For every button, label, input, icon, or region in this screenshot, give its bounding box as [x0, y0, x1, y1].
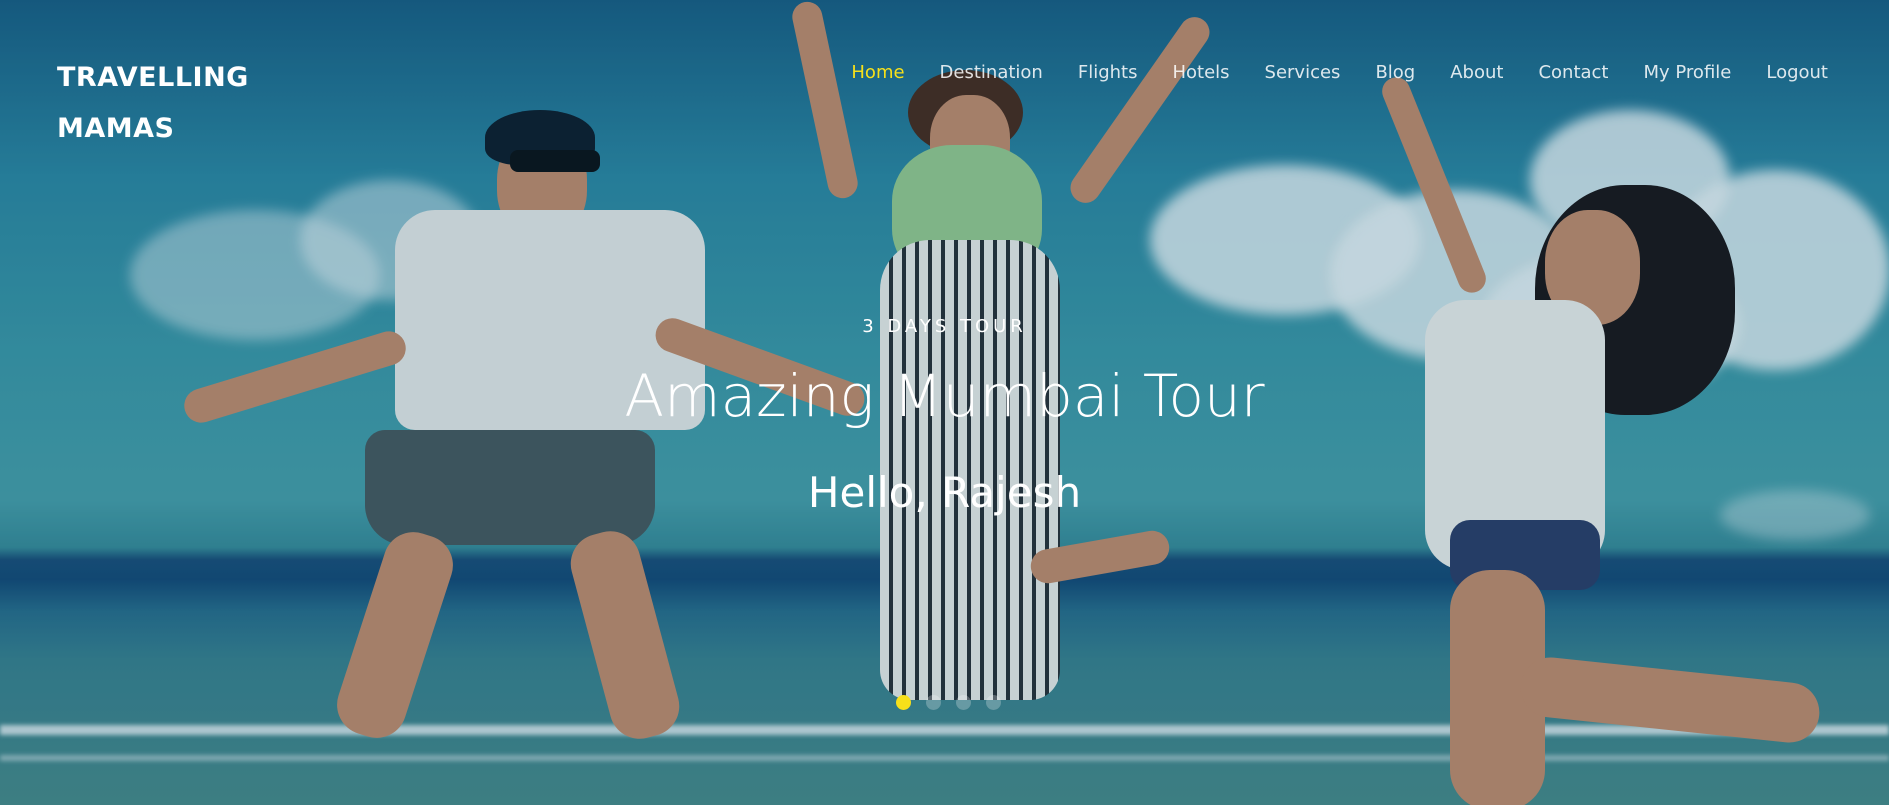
- nav-item-destination[interactable]: Destination: [940, 62, 1043, 83]
- slider-dot-4[interactable]: [986, 695, 1001, 710]
- nav-item-my-profile[interactable]: My Profile: [1643, 62, 1731, 83]
- main-nav: Home Destination Flights Hotels Services…: [816, 62, 1828, 83]
- slider-dot-3[interactable]: [956, 695, 971, 710]
- nav-item-hotels[interactable]: Hotels: [1172, 62, 1229, 83]
- brand-line-2[interactable]: MAMAS: [57, 103, 287, 154]
- nav-item-logout[interactable]: Logout: [1766, 62, 1828, 83]
- nav-item-services[interactable]: Services: [1265, 62, 1341, 83]
- hero-title: Amazing Mumbai Tour: [624, 362, 1265, 430]
- nav-item-home[interactable]: Home: [851, 62, 904, 83]
- brand-logo[interactable]: TRAVELLING MAMAS: [57, 52, 287, 154]
- nav-item-flights[interactable]: Flights: [1078, 62, 1138, 83]
- nav-item-blog[interactable]: Blog: [1375, 62, 1415, 83]
- hero-subtitle: 3 DAYS TOUR: [862, 316, 1027, 337]
- nav-item-contact[interactable]: Contact: [1538, 62, 1608, 83]
- slider-dots: [896, 695, 1001, 710]
- slider-dot-2[interactable]: [926, 695, 941, 710]
- slider-dot-1[interactable]: [896, 695, 911, 710]
- brand-line-1[interactable]: TRAVELLING: [57, 52, 287, 103]
- nav-item-about[interactable]: About: [1450, 62, 1503, 83]
- hero-banner: TRAVELLING MAMAS Home Destination Flight…: [0, 0, 1889, 805]
- hero-greeting: Hello, Rajesh: [807, 468, 1082, 517]
